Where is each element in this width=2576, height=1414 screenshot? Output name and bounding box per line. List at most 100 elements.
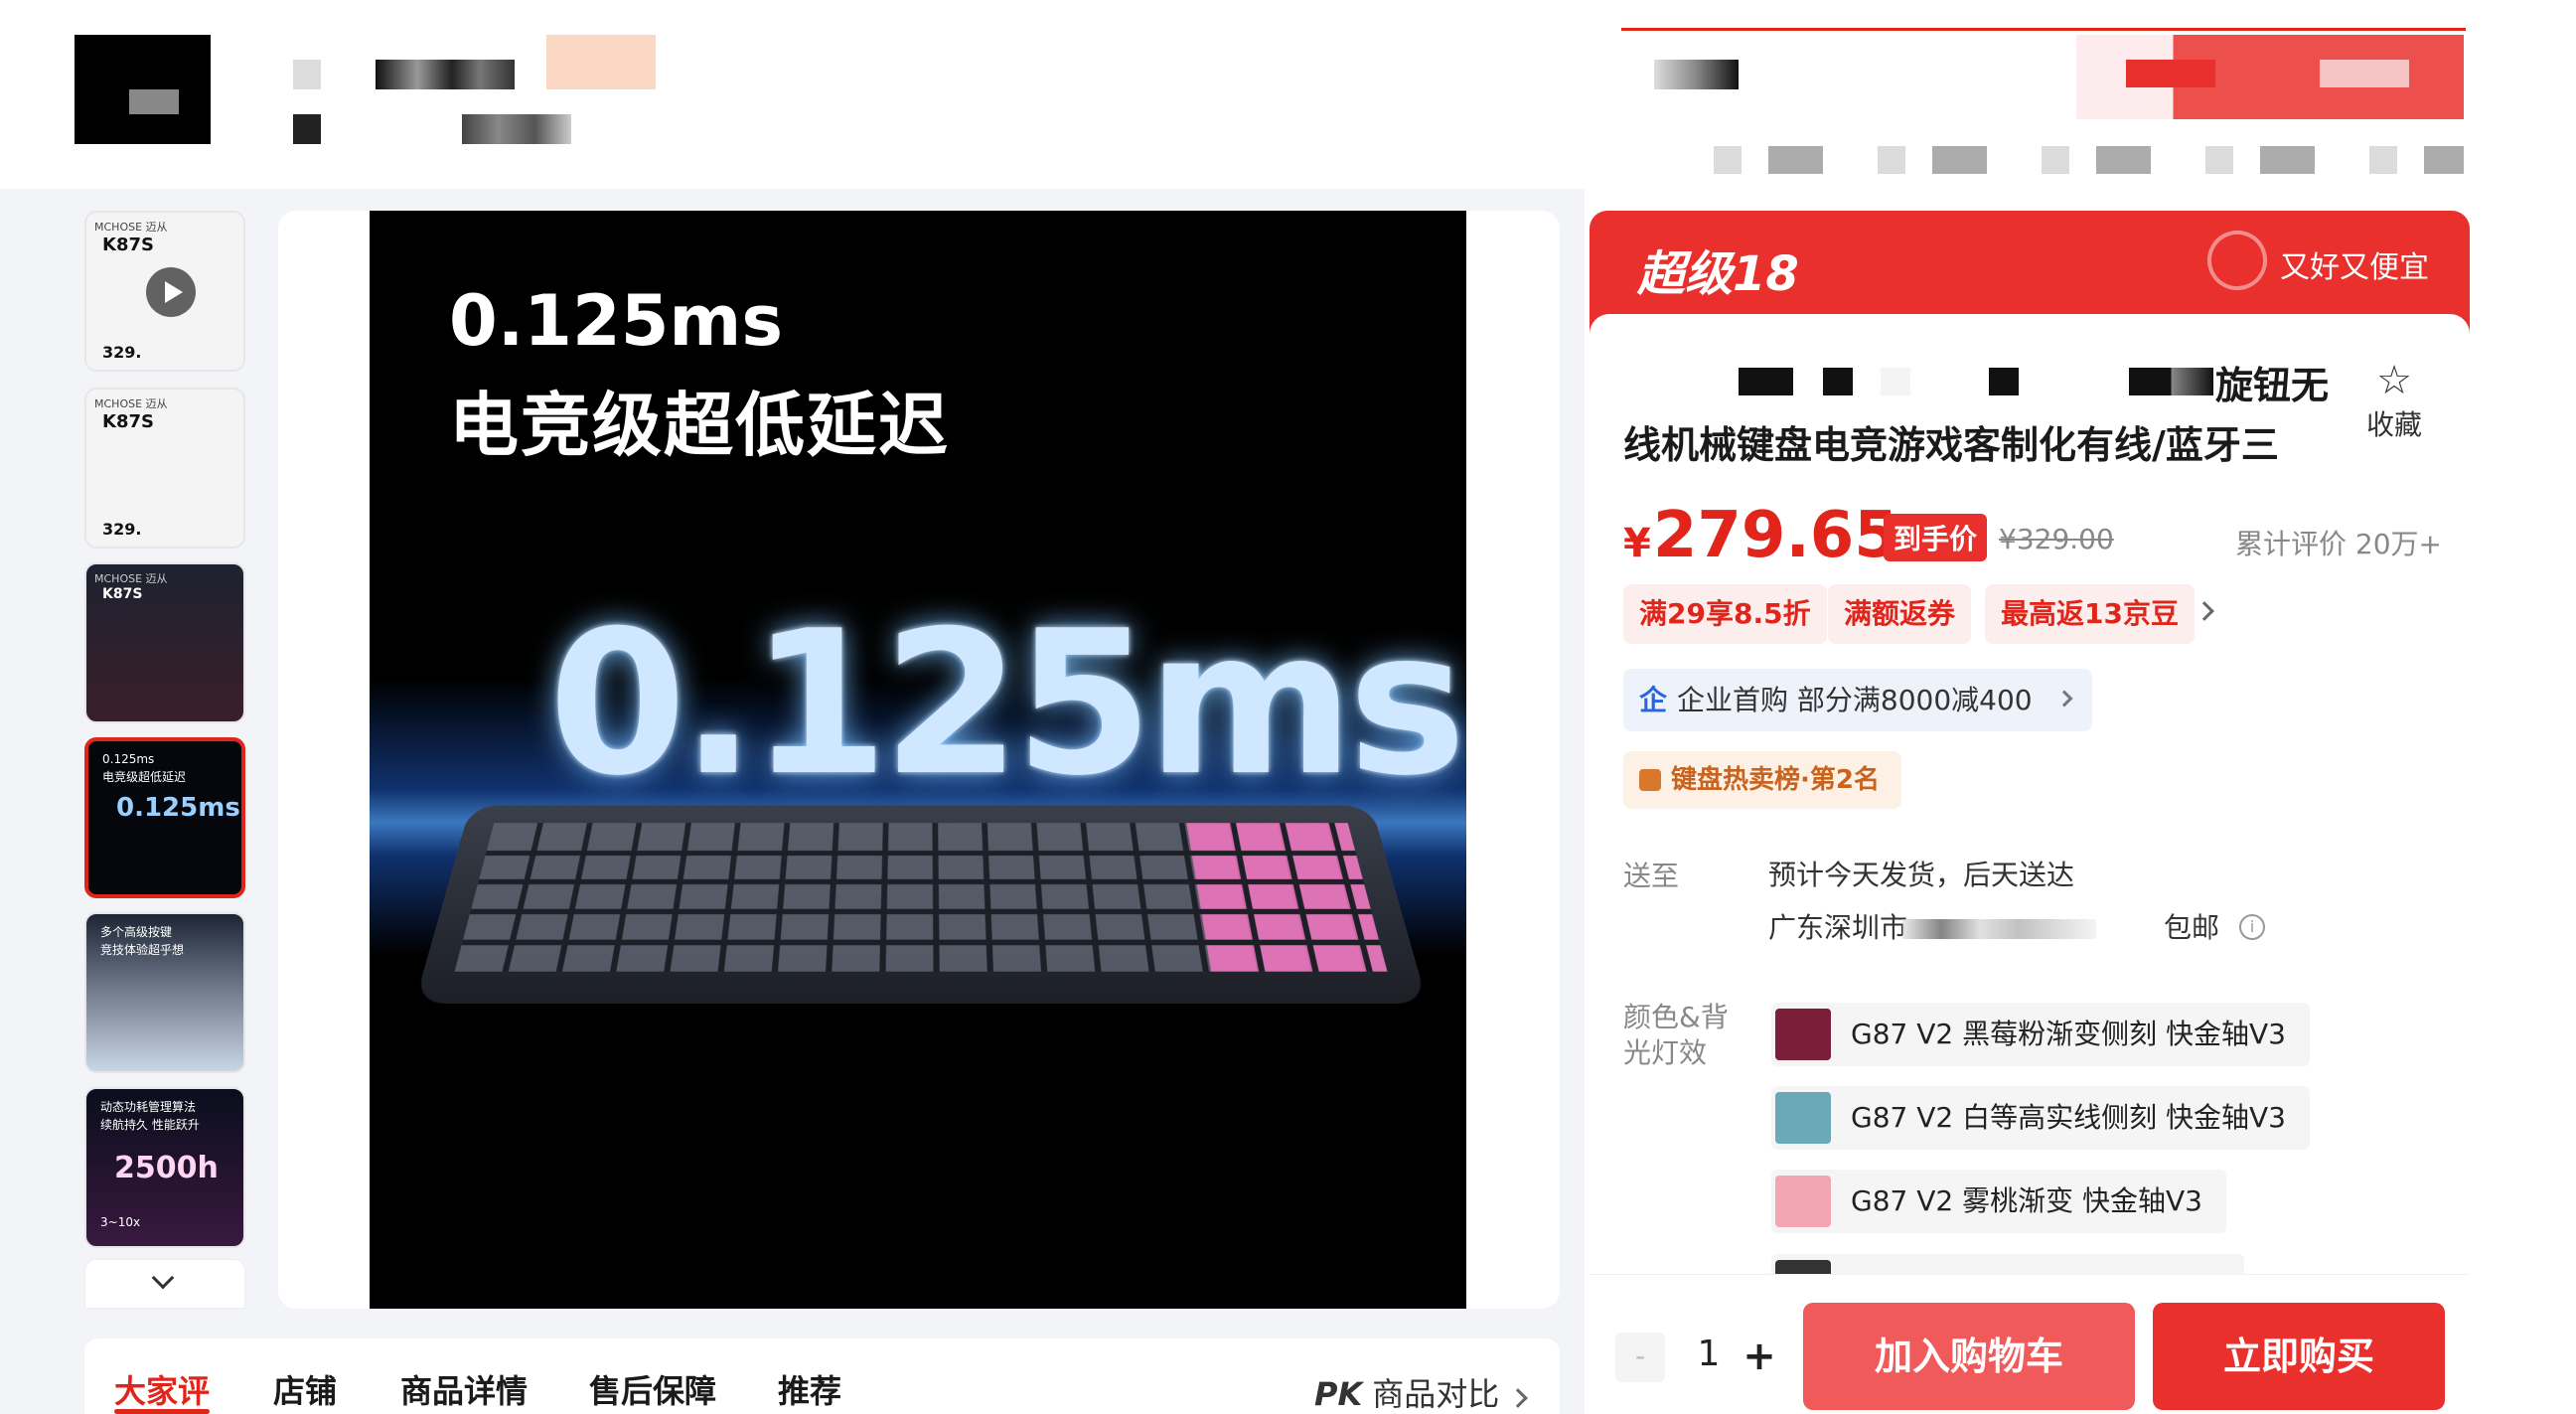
currency-symbol: ¥ [1623, 521, 1651, 566]
thumb-line1: 动态功耗管理算法 [100, 1100, 197, 1114]
thumbnail-5[interactable]: 多个高级按键 竞技体验超乎想 [84, 912, 245, 1073]
key-row-gap [461, 939, 1381, 946]
thumb-name: K87S [102, 586, 143, 602]
free-shipping: 包邮 [2164, 911, 2220, 944]
thumb-name: K87S [102, 411, 154, 432]
thumb-price: 329. [102, 520, 142, 539]
chevron-right-icon [1508, 1388, 1529, 1408]
thumb-line1: 0.125ms [102, 752, 155, 766]
thumb-brand: MCHOSE 迈从 [94, 221, 168, 234]
info-icon[interactable]: i [2239, 914, 2265, 940]
thumb-line2: 电竞级超低延迟 [102, 770, 187, 784]
compare-link[interactable]: PK 商品对比 [1314, 1369, 1529, 1414]
main-image-line2: 电竞级超低延迟 [449, 385, 950, 466]
final-price-badge: 到手价 [1884, 514, 1988, 561]
enterprise-offer[interactable]: 企企业首购 部分满8000减400 [1623, 669, 2092, 731]
review-count[interactable]: 累计评价 20万+ [2235, 523, 2442, 562]
price: ¥279.65 [1623, 499, 1898, 572]
tab-active-indicator [114, 1409, 210, 1414]
blurred-nav [462, 114, 571, 144]
color-option-1[interactable]: G87 V2 黑莓粉渐变侧刻 快金轴V3 [1771, 1003, 2310, 1066]
shipping-eta: 预计今天发货，后天送达 [1768, 859, 2075, 891]
blurred-nav [293, 114, 321, 144]
price-value: 279.65 [1652, 499, 1898, 572]
tab-after-sales[interactable]: 售后保障 [589, 1366, 716, 1412]
option-label: G87 V2 雾桃渐变 快金轴V3 [1851, 1184, 2202, 1217]
shipping-address[interactable]: 广东深圳市 [1768, 906, 1907, 946]
chevron-down-icon [151, 1266, 175, 1290]
keyboard-illustration [414, 805, 1428, 1005]
quantity-decrease-button[interactable]: - [1615, 1333, 1665, 1382]
shipping-label: 送至 [1623, 860, 1680, 892]
tab-details[interactable]: 商品详情 [400, 1366, 528, 1412]
enterprise-text: 企业首购 部分满8000减400 [1677, 684, 2033, 716]
product-title-line1: 旋钮无 [2214, 364, 2329, 407]
tab-reviews[interactable]: 大家评 [114, 1366, 210, 1412]
thumb-line1: 多个高级按键 [100, 925, 173, 939]
thumbnail-3[interactable]: MCHOSE 迈从 K87S [84, 562, 245, 723]
product-title: 旋钮无 线机械键盘电竞游戏客制化有线/蓝牙三 [1623, 356, 2329, 475]
search-button-blur [2126, 60, 2215, 87]
option-swatch [1775, 1009, 1831, 1060]
compare-prefix: PK [1314, 1375, 1363, 1413]
logo-block-detail [129, 89, 179, 114]
thumb-big: 0.125ms [116, 793, 240, 823]
thumb-big: 2500h [114, 1151, 219, 1185]
compare-label: 商品对比 [1372, 1375, 1500, 1413]
main-product-image[interactable]: 0.125ms 电竞级超低延迟 0.125ms [370, 211, 1466, 1309]
thumb-brand: MCHOSE 迈从 [94, 397, 168, 410]
tab-recommend[interactable]: 推荐 [778, 1366, 841, 1412]
quantity-increase-button[interactable]: + [1735, 1333, 1784, 1382]
thumb-sub: 3~10x [100, 1215, 141, 1229]
option-label: G87 V2 黑莓粉渐变侧刻 快金轴V3 [1851, 1018, 2286, 1050]
thumb-brand: MCHOSE 迈从 [94, 572, 168, 585]
product-title-line2: 线机械键盘电竞游戏客制化有线/蓝牙三 [1623, 423, 2279, 467]
promo-chip-beans[interactable]: 最高返13京豆 [1985, 584, 2195, 644]
thumbnail-2[interactable]: MCHOSE 迈从 K87S 329. [84, 388, 245, 549]
thumbnail-6[interactable]: 动态功耗管理算法 续航持久 性能跃升 2500h 3~10x [84, 1087, 245, 1248]
favorite-label: 收藏 [2365, 408, 2422, 441]
search-input-blur[interactable] [1654, 60, 1739, 89]
thumb-name: K87S [102, 235, 154, 255]
chevron-right-icon [2055, 690, 2073, 707]
original-price: ¥329.00 [1999, 523, 2114, 555]
main-image-big-text: 0.125ms [548, 588, 1466, 820]
keyboard-accent-keys [1186, 823, 1388, 972]
tab-store[interactable]: 店铺 [273, 1366, 337, 1412]
key-row-gap [485, 851, 1357, 857]
color-label-line2: 光灯效 [1623, 1036, 1708, 1069]
thumbnail-4-selected[interactable]: 0.125ms 电竞级超低延迟 0.125ms [84, 737, 245, 898]
quantity-value[interactable]: 1 [1689, 1334, 1729, 1374]
hot-words-blur [1714, 146, 2464, 174]
thumbnails-more-button[interactable] [84, 1259, 245, 1309]
thumb-line2: 续航持久 性能跃升 [100, 1118, 200, 1132]
promo-chip-coupon[interactable]: 满额返券 [1828, 584, 1972, 644]
promo-chip-discount[interactable]: 满29享8.5折 [1623, 584, 1827, 644]
enterprise-icon: 企 [1639, 684, 1668, 716]
option-label: G87 V2 白等高实线侧刻 快金轴V3 [1851, 1101, 2286, 1134]
color-option-3[interactable]: G87 V2 雾桃渐变 快金轴V3 [1771, 1170, 2226, 1233]
buy-now-button[interactable]: 立即购买 [2153, 1303, 2445, 1410]
main-image-line1: 0.125ms [449, 280, 784, 362]
promo-tagline: 又好又便宜 [2280, 250, 2429, 285]
blurred-nav [546, 35, 656, 89]
ranking-badge[interactable]: 键盘热卖榜·第2名 [1623, 751, 1901, 809]
color-option-4-partial[interactable] [1771, 1254, 2244, 1274]
search-button-blur [2320, 60, 2409, 87]
star-icon: ☆ [2376, 358, 2412, 403]
color-option-2[interactable]: G87 V2 白等高实线侧刻 快金轴V3 [1771, 1086, 2310, 1150]
key-row-gap [477, 878, 1365, 885]
favorite-button[interactable]: ☆ 收藏 [2364, 358, 2424, 443]
thumb-line2: 竞技体验超乎想 [100, 943, 185, 957]
add-to-cart-button[interactable]: 加入购物车 [1803, 1303, 2135, 1410]
thumb-price: 329. [102, 343, 142, 362]
address-blur [1902, 919, 2096, 939]
option-swatch [1775, 1176, 1831, 1227]
thumbnail-1[interactable]: MCHOSE 迈从 K87S 329. [84, 211, 245, 372]
blurred-nav [376, 60, 515, 89]
medal-icon [1639, 769, 1661, 791]
color-label-line1: 颜色&背 [1623, 1001, 1729, 1033]
ranking-text: 键盘热卖榜·第2名 [1671, 765, 1880, 795]
play-icon[interactable] [146, 267, 196, 317]
option-swatch [1775, 1092, 1831, 1144]
